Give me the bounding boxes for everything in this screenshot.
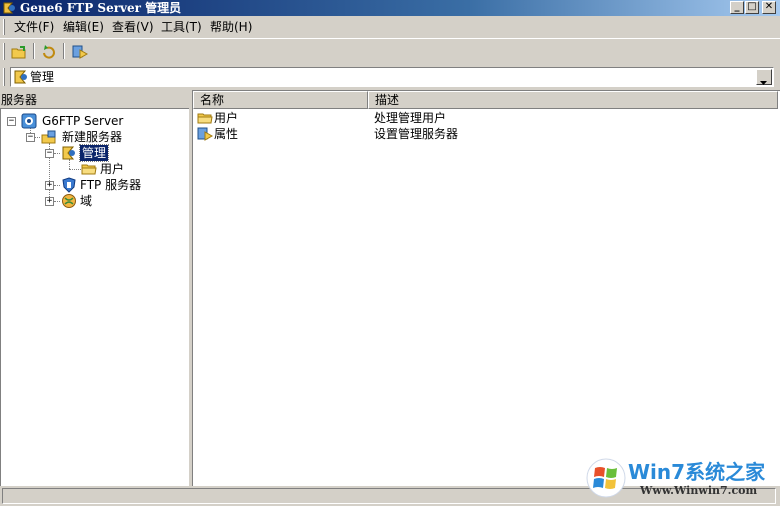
expander-domain[interactable]: + [45,197,54,206]
admin-icon [13,69,29,88]
toolbar [0,38,780,64]
watermark-brand: Win7系统之家 [628,460,766,484]
chevron-down-icon [760,75,768,89]
refresh-icon [41,44,57,63]
column-header-description[interactable]: 描述 [368,91,778,109]
address-bar: 管理 [0,64,780,90]
window-title: Gene6 FTP Server 管理员 [20,1,182,15]
list-item-name: 属性 [214,127,239,141]
globe-icon [61,193,77,209]
expander-root[interactable]: − [7,117,16,126]
expander-admin[interactable]: − [45,149,54,158]
tree-line [69,169,81,170]
connect-button[interactable] [8,42,30,62]
tree-line [54,201,60,202]
close-button[interactable]: ✕ [762,1,776,14]
g6-server-icon [21,113,37,129]
toolbar-separator [63,43,65,59]
maximize-button[interactable]: □ [745,1,759,14]
tree-item-ftp[interactable]: FTP 服务器 [80,177,141,193]
tree-item-server[interactable]: 新建服务器 [62,129,122,145]
menu-bar: 文件(F) 编辑(E) 查看(V) 工具(T) 帮助(H) [0,16,780,38]
menu-view[interactable]: 查看(V) [110,19,156,35]
properties-icon [72,44,89,63]
watermark-site: Www.Winwin7.com [640,484,758,497]
address-value: 管理 [30,70,55,84]
tree-item-domain[interactable]: 域 [80,193,92,209]
menu-help[interactable]: 帮助(H) [208,19,254,35]
tree-item-admin[interactable]: 管理 [78,144,110,162]
admin-icon [61,145,77,161]
title-bar[interactable]: Gene6 FTP Server 管理员 _ □ ✕ [0,0,780,16]
menu-edit[interactable]: 编辑(E) [61,19,106,35]
tree-header: 服务器 [1,93,38,107]
toolbar-grip [3,43,5,60]
list-item[interactable]: 用户 处理管理用户 [193,110,778,126]
tree-line [54,185,60,186]
connect-folder-icon [11,44,27,63]
refresh-button[interactable] [38,42,60,62]
folder-icon [81,161,97,177]
watermark: Win7系统之家 Www.Winwin7.com [582,454,778,502]
properties-icon [197,126,214,142]
folder-icon [197,110,213,126]
item-list[interactable]: 名称 描述 用户 处理管理用户 属性 设置管理服务器 [192,90,780,486]
tree-item-users[interactable]: 用户 [100,161,124,177]
menu-file[interactable]: 文件(F) [12,19,56,35]
expander-ftp[interactable]: + [45,181,54,190]
tree-line [54,153,60,154]
list-item-description: 设置管理服务器 [374,127,459,141]
menu-grip [3,19,5,35]
address-combo[interactable]: 管理 [10,67,774,87]
app-icon [2,1,16,15]
expander-server[interactable]: − [26,133,35,142]
column-header-name[interactable]: 名称 [193,91,368,109]
minimize-button[interactable]: _ [730,1,744,14]
server-icon [41,129,57,145]
properties-button[interactable] [69,42,91,62]
ftp-shield-icon [61,177,77,193]
list-item[interactable]: 属性 设置管理服务器 [193,126,778,142]
address-dropdown-button[interactable] [756,69,772,85]
tree-item-root[interactable]: G6FTP Server [42,113,123,129]
menu-tools[interactable]: 工具(T) [159,19,204,35]
list-item-name: 用户 [214,111,239,125]
windows-logo-icon [586,458,626,501]
list-item-description: 处理管理用户 [374,111,447,125]
server-tree[interactable]: − G6FTP Server − 新建服务器 − 管理 用户 + FTP 服务器… [0,108,189,486]
toolbar-separator [33,43,35,59]
address-grip [3,68,5,86]
